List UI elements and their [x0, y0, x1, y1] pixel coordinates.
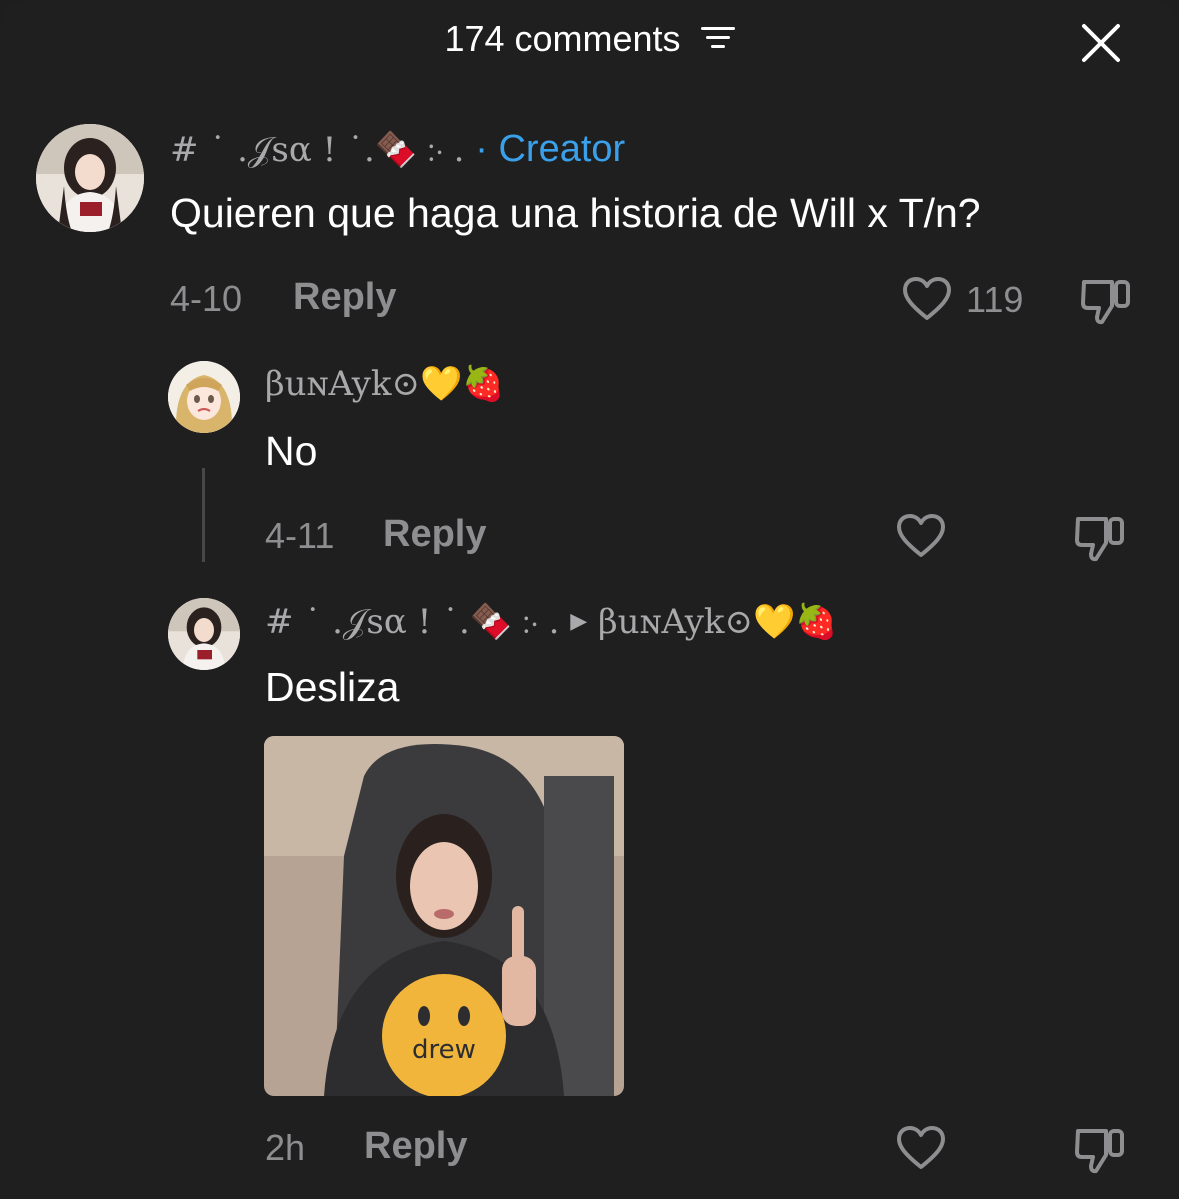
reply-arrow-icon: ▶: [570, 609, 588, 634]
reply-text: Desliza: [265, 664, 400, 710]
heart-icon[interactable]: [896, 513, 946, 559]
reply-username[interactable]: # ˙ .𝒥sα ! ˙.🍫 ჻ . ▶ βuɴAyk⊙💛🍓: [265, 602, 838, 642]
image-hoodie-text: drew: [412, 1035, 476, 1065]
reply-date: 4-11: [265, 515, 335, 556]
comment-date: 4-10: [170, 278, 243, 319]
reply-text: No: [265, 428, 318, 474]
dislike-icon[interactable]: [1074, 1125, 1126, 1175]
reply-date: 2h: [265, 1127, 306, 1168]
reply-username[interactable]: βuɴAyk⊙💛🍓: [265, 364, 505, 404]
comment-text: Quieren que haga una historia de Will x …: [170, 190, 981, 236]
reply-to-username: βuɴAyk⊙💛🍓: [598, 602, 838, 642]
reply-button[interactable]: Reply: [364, 1125, 467, 1168]
comment-username[interactable]: # ˙ .𝒥sα ! ˙.🍫 ჻ . · Creator: [170, 128, 625, 171]
reply-button[interactable]: Reply: [383, 513, 486, 556]
avatar[interactable]: [36, 124, 144, 232]
comments-count-title: 174 comments: [444, 18, 681, 59]
avatar[interactable]: [168, 361, 240, 433]
like-count: 119: [966, 279, 1024, 320]
creator-badge: · Creator: [475, 128, 626, 170]
comments-header[interactable]: 174 comments: [0, 18, 1179, 60]
attached-image[interactable]: drew: [264, 736, 624, 1096]
heart-icon[interactable]: [902, 276, 952, 322]
avatar[interactable]: [168, 598, 240, 670]
close-icon[interactable]: [1080, 22, 1122, 64]
thread-line: [202, 468, 205, 562]
sort-icon[interactable]: [700, 25, 735, 51]
dislike-icon[interactable]: [1074, 513, 1126, 563]
dislike-icon[interactable]: [1080, 276, 1132, 326]
comments-panel: 174 comments # ˙ .𝒥sα ! ˙.🍫 ჻ . · Creato…: [0, 0, 1179, 1199]
heart-icon[interactable]: [896, 1125, 946, 1171]
reply-button[interactable]: Reply: [293, 276, 396, 319]
